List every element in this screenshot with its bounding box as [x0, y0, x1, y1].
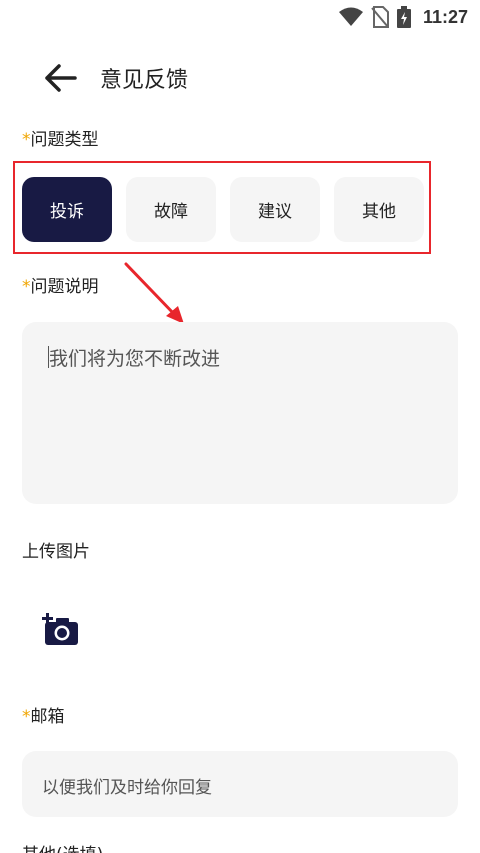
problem-desc-label: *问题说明: [22, 272, 99, 297]
app-header: 意见反馈: [0, 52, 480, 104]
status-bar: 11:27: [0, 0, 480, 34]
problem-desc-placeholder: 我们将为您不断改进: [49, 348, 221, 370]
type-option-complaint[interactable]: 投诉: [22, 177, 112, 242]
status-icons: 11:27: [338, 6, 468, 28]
problem-desc-textarea[interactable]: 我们将为您不断改进: [22, 322, 458, 504]
type-option-suggestion[interactable]: 建议: [230, 177, 320, 242]
back-button[interactable]: [38, 58, 82, 98]
type-option-other[interactable]: 其他: [334, 177, 424, 242]
email-placeholder: 以便我们及时给你回复: [42, 778, 212, 798]
add-photo-camera-icon: [42, 613, 78, 645]
arrow-left-icon: [45, 64, 77, 92]
wifi-icon: [338, 7, 363, 26]
upload-label: 上传图片: [22, 542, 90, 562]
email-label-text: 邮箱: [30, 707, 65, 727]
email-label: *邮箱: [22, 702, 65, 727]
annotation-arrow-icon: [124, 262, 184, 324]
page-title: 意见反馈: [100, 68, 189, 93]
type-option-fault[interactable]: 故障: [126, 177, 216, 242]
required-mark: *: [22, 707, 31, 727]
problem-type-options: 投诉 故障 建议 其他: [13, 161, 431, 254]
required-mark: *: [22, 277, 31, 297]
problem-desc-label-text: 问题说明: [30, 277, 99, 297]
upload-photo-button[interactable]: [40, 610, 84, 650]
no-sim-icon: [371, 6, 389, 28]
problem-type-label-text: 问题类型: [30, 130, 99, 150]
problem-type-label: *问题类型: [22, 125, 99, 150]
other-label: 其他(选填): [22, 840, 103, 853]
required-mark: *: [22, 130, 31, 150]
battery-charging-icon: [396, 6, 411, 28]
email-input[interactable]: 以便我们及时给你回复: [22, 751, 458, 817]
status-time: 11:27: [422, 6, 468, 27]
